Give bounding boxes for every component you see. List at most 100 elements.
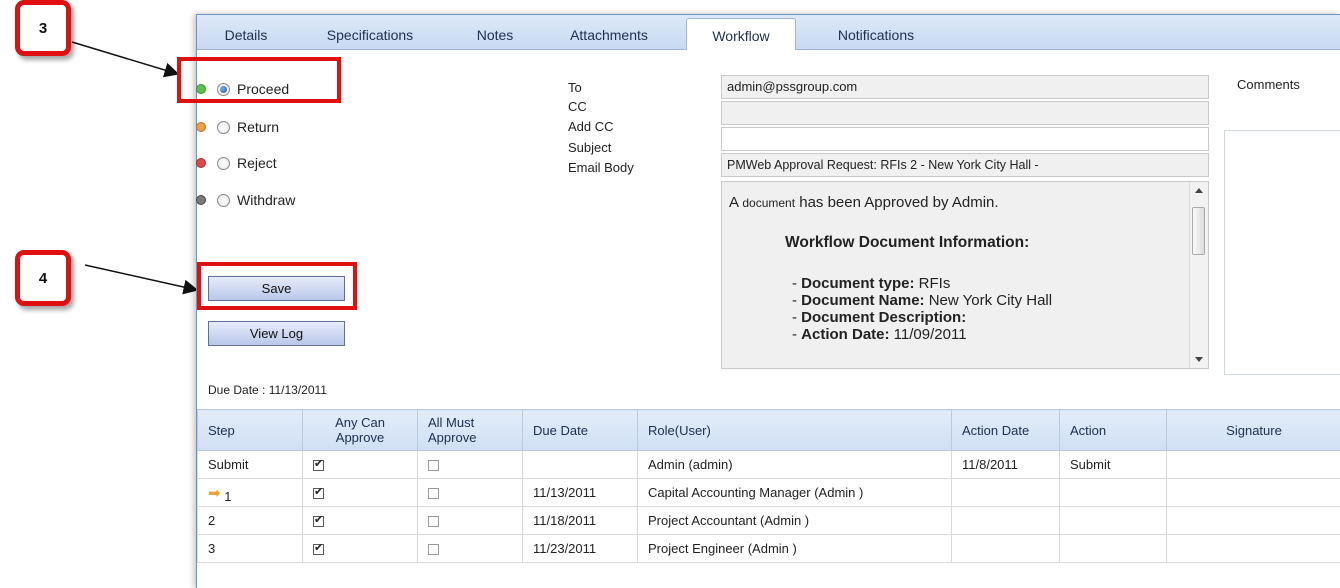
tab-details[interactable]: Details bbox=[211, 23, 281, 49]
header-action-date[interactable]: Action Date bbox=[951, 409, 1060, 451]
cc-label: CC bbox=[568, 99, 587, 114]
comments-label: Comments bbox=[1237, 77, 1300, 92]
arrow-to-proceed bbox=[71, 41, 180, 78]
tab-bar: Details Specifications Notes Attachments… bbox=[197, 15, 1340, 50]
header-step[interactable]: Step bbox=[197, 409, 303, 451]
cell-due-date bbox=[522, 450, 638, 479]
header-due-date[interactable]: Due Date bbox=[522, 409, 638, 451]
detail-value: New York City Hall bbox=[924, 292, 1053, 309]
save-highlight-box bbox=[197, 262, 357, 310]
email-body-heading: Workflow Document Information: bbox=[785, 234, 1030, 251]
workflow-panel: Details Specifications Notes Attachments… bbox=[196, 14, 1340, 588]
header-action[interactable]: Action bbox=[1059, 409, 1167, 451]
tab-specifications[interactable]: Specifications bbox=[315, 23, 425, 49]
cell-action: Submit bbox=[1059, 450, 1167, 479]
any-can-approve-checkbox[interactable] bbox=[313, 457, 324, 472]
tab-notifications[interactable]: Notifications bbox=[821, 23, 931, 49]
return-radio[interactable] bbox=[217, 120, 230, 134]
cell-action bbox=[1059, 478, 1167, 507]
cell-role: Capital Accounting Manager (Admin ) bbox=[637, 478, 952, 507]
detail-line: - Document Description: bbox=[792, 309, 967, 326]
current-step-arrow-icon: ➡ bbox=[208, 483, 221, 502]
all-must-approve-checkbox[interactable] bbox=[428, 460, 439, 472]
table-row: 2 11/18/2011 Project Accountant (Admin ) bbox=[197, 506, 1340, 535]
due-date-label: Due Date : 11/13/2011 bbox=[208, 383, 327, 397]
cell-action bbox=[1059, 534, 1167, 563]
cell-any-can-approve bbox=[302, 534, 418, 563]
all-must-approve-checkbox[interactable] bbox=[428, 488, 439, 500]
tab-workflow[interactable]: Workflow bbox=[686, 18, 796, 50]
cell-action bbox=[1059, 506, 1167, 535]
any-can-approve-checkbox[interactable] bbox=[313, 541, 324, 556]
detail-value: 11/09/2011 bbox=[889, 326, 967, 343]
detail-line: - Action Date: 11/09/2011 bbox=[792, 326, 967, 343]
cell-action-date bbox=[951, 534, 1060, 563]
detail-value: RFIs bbox=[914, 275, 951, 292]
header-signature[interactable]: Signature bbox=[1166, 409, 1340, 451]
cell-action-date bbox=[951, 478, 1060, 507]
cell-any-can-approve bbox=[302, 478, 418, 507]
proceed-highlight-box bbox=[177, 57, 341, 103]
any-can-approve-checkbox[interactable] bbox=[313, 485, 324, 500]
scroll-up-icon[interactable] bbox=[1195, 188, 1203, 193]
all-must-approve-checkbox[interactable] bbox=[428, 516, 439, 528]
view-log-button[interactable]: View Log bbox=[208, 321, 345, 346]
cell-signature bbox=[1166, 534, 1340, 563]
any-can-approve-checkbox[interactable] bbox=[313, 513, 324, 528]
cell-signature bbox=[1166, 450, 1340, 479]
email-body-editor[interactable]: A document has been Approved by Admin. W… bbox=[721, 181, 1209, 369]
cell-signature bbox=[1166, 506, 1340, 535]
detail-key: Document Name: bbox=[801, 292, 925, 309]
document-link[interactable]: document bbox=[742, 196, 795, 210]
scroll-down-icon[interactable] bbox=[1195, 357, 1203, 362]
email-body-scrollbar[interactable] bbox=[1189, 182, 1208, 368]
email-body-details: - Document type: RFIs - Document Name: N… bbox=[792, 275, 1052, 343]
cell-step: ➡ 1 bbox=[197, 478, 303, 507]
reject-label: Reject bbox=[237, 155, 277, 171]
tab-attachments[interactable]: Attachments bbox=[559, 23, 659, 49]
cell-step: 3 bbox=[197, 534, 303, 563]
cell-all-must-approve bbox=[417, 506, 523, 535]
detail-key: Action Date: bbox=[801, 326, 890, 343]
cc-field[interactable] bbox=[721, 101, 1209, 125]
to-field[interactable]: admin@pssgroup.com bbox=[721, 75, 1209, 99]
cell-all-must-approve bbox=[417, 534, 523, 563]
status-dot-gray-icon bbox=[196, 195, 206, 205]
cell-step: Submit bbox=[197, 450, 303, 479]
table-header-row: Step Any Can Approve All Must Approve Du… bbox=[197, 409, 1340, 451]
subject-field[interactable]: PMWeb Approval Request: RFIs 2 - New Yor… bbox=[721, 153, 1209, 177]
add-cc-label: Add CC bbox=[568, 119, 614, 134]
table-row: 3 11/23/2011 Project Engineer (Admin ) bbox=[197, 534, 1340, 563]
table-row: Submit Admin (admin) 11/8/2011 Submit bbox=[197, 450, 1340, 479]
withdraw-label: Withdraw bbox=[237, 192, 296, 208]
subject-label: Subject bbox=[568, 140, 612, 155]
cell-action-date bbox=[951, 506, 1060, 535]
action-withdraw[interactable]: Withdraw bbox=[196, 192, 295, 208]
comments-textarea[interactable] bbox=[1224, 130, 1340, 375]
status-dot-red-icon bbox=[196, 158, 206, 168]
status-dot-orange-icon bbox=[196, 122, 206, 132]
action-reject[interactable]: Reject bbox=[196, 155, 277, 171]
add-cc-input[interactable] bbox=[721, 127, 1209, 151]
intro-text: A bbox=[729, 194, 743, 211]
detail-line: - Document type: RFIs bbox=[792, 275, 951, 292]
header-any-can-approve[interactable]: Any Can Approve bbox=[302, 409, 418, 451]
email-body-intro: A document has been Approved by Admin. bbox=[729, 194, 999, 211]
cell-any-can-approve bbox=[302, 506, 418, 535]
reject-radio[interactable] bbox=[217, 156, 230, 170]
cell-signature bbox=[1166, 478, 1340, 507]
detail-key: Document Description: bbox=[801, 309, 967, 326]
action-return[interactable]: Return bbox=[196, 119, 279, 135]
arrow-to-save bbox=[84, 264, 199, 295]
cell-due-date: 11/13/2011 bbox=[522, 478, 638, 507]
cell-role: Admin (admin) bbox=[637, 450, 952, 479]
withdraw-radio[interactable] bbox=[217, 193, 230, 207]
header-all-must-approve[interactable]: All Must Approve bbox=[417, 409, 523, 451]
to-label: To bbox=[568, 80, 582, 95]
detail-line: - Document Name: New York City Hall bbox=[792, 292, 1053, 309]
all-must-approve-checkbox[interactable] bbox=[428, 544, 439, 556]
scroll-thumb[interactable] bbox=[1192, 207, 1205, 255]
intro-text-end: has been Approved by Admin. bbox=[795, 194, 999, 211]
header-role-user[interactable]: Role(User) bbox=[637, 409, 952, 451]
tab-notes[interactable]: Notes bbox=[465, 23, 525, 49]
